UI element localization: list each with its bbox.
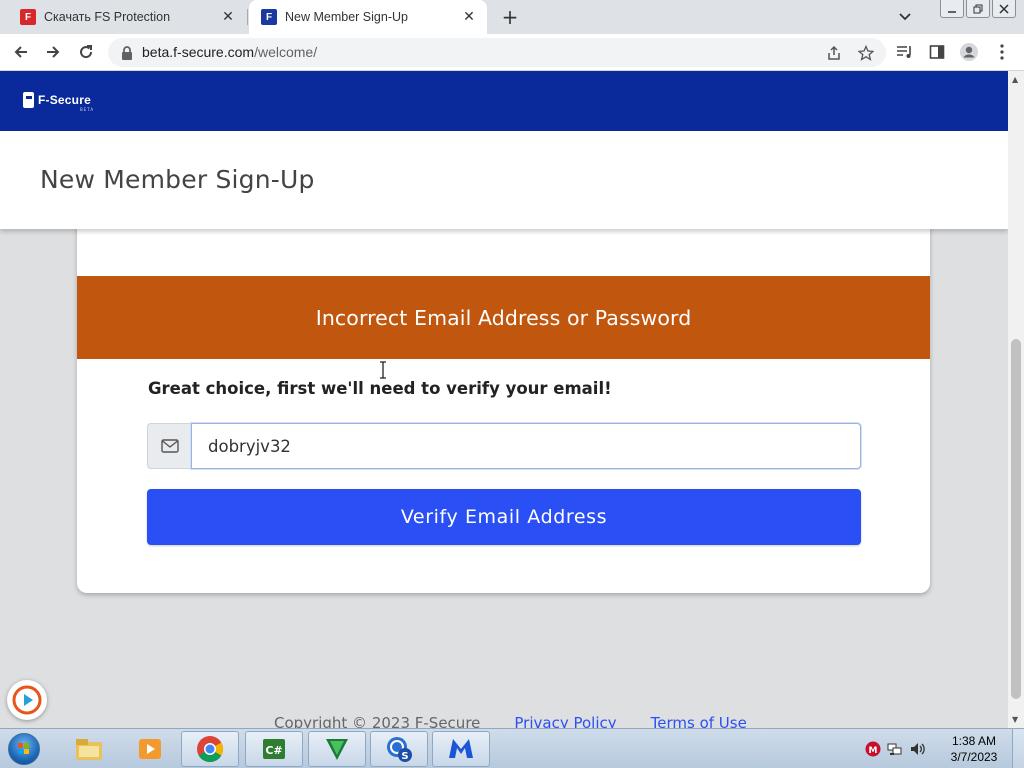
system-tray: M [864,731,926,767]
side-panel-icon[interactable] [927,42,947,62]
error-message: Incorrect Email Address or Password [315,305,692,330]
title-bar: New Member Sign-Up [0,131,1008,229]
back-arrow-icon[interactable] [9,40,33,64]
mcafee-icon[interactable]: M [864,740,882,758]
share-icon[interactable] [824,43,844,63]
show-desktop-button[interactable] [1012,729,1024,768]
page-footer: Copyright © 2023 F-Secure Privacy Policy… [274,714,747,728]
tab-fs-protection[interactable]: F Скачать FS Protection ✕ [8,0,246,34]
shield-app-icon[interactable] [308,731,366,767]
scroll-up-arrow-icon[interactable]: ▲ [1012,75,1018,84]
close-icon[interactable]: ✕ [220,9,236,25]
f-secure-red-icon: F [20,9,36,25]
signup-card: Incorrect Email Address or Password Grea… [77,201,930,593]
close-window-button[interactable] [992,0,1016,18]
brand-sub: BETA [80,107,95,112]
tab-divider [247,9,248,25]
menu-dots-icon[interactable] [992,42,1012,62]
clock-time: 1:38 AM [951,734,997,748]
chrome-icon[interactable] [181,731,239,767]
screen-recorder-icon[interactable] [7,680,47,720]
lock-icon[interactable] [120,45,134,61]
restore-button[interactable] [966,0,990,18]
tab-new-member-signup[interactable]: F New Member Sign-Up ✕ [249,0,487,34]
url-path: /welcome/ [254,44,318,60]
svg-text:S: S [401,751,408,762]
window-controls [940,0,1016,20]
tab-title: New Member Sign-Up [285,10,408,24]
svg-text:M: M [869,746,878,756]
network-icon[interactable] [886,740,904,758]
copyright-text: Copyright © 2023 F-Secure [274,714,481,728]
scrollbar-thumb[interactable] [1011,339,1021,699]
reload-icon[interactable] [74,40,98,64]
minimize-button[interactable] [940,0,964,18]
url-text: beta.f-secure.com/welcome/ [142,44,317,60]
email-field[interactable] [191,423,861,469]
system-clock[interactable]: 1:38 AM 3/7/2023 [944,733,1004,765]
brand-name: F-Secure [38,93,91,107]
star-icon[interactable] [856,43,876,63]
privacy-policy-link[interactable]: Privacy Policy [514,714,616,728]
start-button[interactable] [4,730,44,768]
volume-icon[interactable] [908,740,926,758]
media-queue-icon[interactable] [895,42,915,62]
page-title: New Member Sign-Up [40,165,315,194]
close-icon[interactable]: ✕ [461,9,477,25]
text-cursor-icon [380,361,386,379]
scroll-down-arrow-icon[interactable]: ▼ [1012,715,1018,724]
envelope-icon [147,423,191,469]
svg-text:C#: C# [265,744,282,757]
taskbar: C# S M 1:38 AM 3/7/2023 [0,728,1024,768]
f-secure-logo[interactable]: F-Secure BETA [23,92,93,112]
tab-title: Скачать FS Protection [44,10,171,24]
new-tab-button[interactable]: + [498,5,522,29]
page-viewport: F-Secure BETA New Member Sign-Up Incorre… [0,71,1008,728]
f-secure-blue-icon: F [261,9,277,25]
f-secure-logo-icon [23,92,34,108]
profile-avatar-icon[interactable] [959,42,979,62]
url-host: beta.f-secure.com [142,44,255,60]
browser-toolbar: beta.f-secure.com/welcome/ [0,34,1024,71]
media-player-icon[interactable] [121,731,179,767]
csharp-icon[interactable]: C# [245,731,303,767]
verify-prompt: Great choice, first we'll need to verify… [148,379,612,398]
site-header: F-Secure BETA [0,71,1008,131]
page-scrollbar[interactable]: ▲ ▼ [1008,71,1024,728]
address-bar[interactable]: beta.f-secure.com/welcome/ [108,38,886,67]
clock-date: 3/7/2023 [950,750,998,764]
email-input-group [147,423,861,469]
forward-arrow-icon[interactable] [41,40,65,64]
error-banner: Incorrect Email Address or Password [77,276,930,359]
windows-explorer-icon[interactable] [60,731,118,767]
windows-logo-icon [8,733,40,765]
terms-of-use-link[interactable]: Terms of Use [651,714,747,728]
tab-strip: F Скачать FS Protection ✕ F New Member S… [0,0,1024,34]
f-secure-s-icon[interactable]: S [370,731,428,767]
malwarebytes-icon[interactable] [432,731,490,767]
chevron-down-icon[interactable] [895,7,915,27]
verify-email-button[interactable]: Verify Email Address [147,489,861,545]
